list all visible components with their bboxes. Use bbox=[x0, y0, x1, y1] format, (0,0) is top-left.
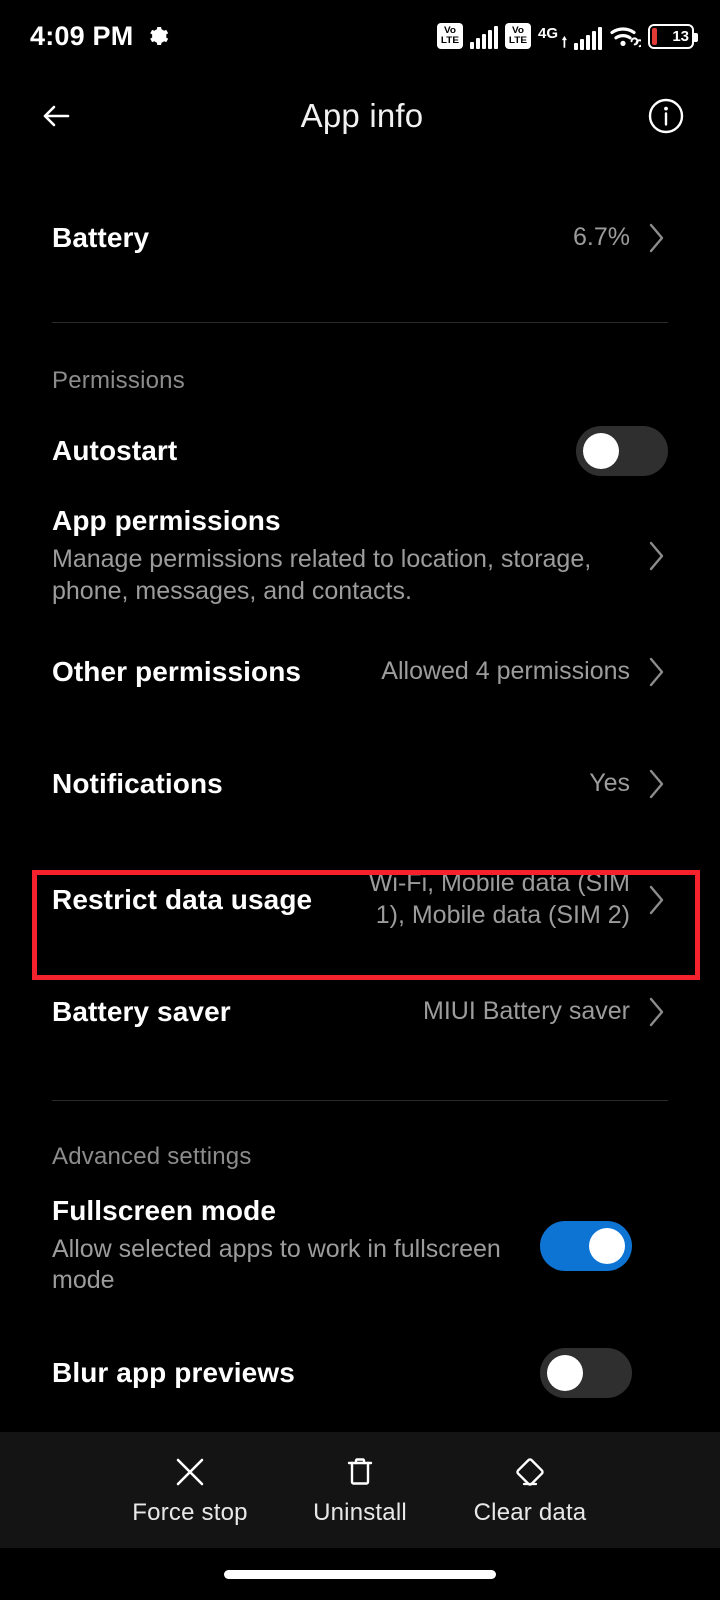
fullscreen-mode-toggle[interactable] bbox=[540, 1220, 632, 1271]
settings-row-app-permissions-title: App permissions bbox=[52, 505, 281, 536]
chevron-right-icon bbox=[646, 882, 668, 918]
data-transfer-arrows-icon bbox=[561, 23, 571, 49]
section-label-advanced-settings: Advanced settings bbox=[52, 1142, 252, 1170]
row-texts: Battery saver bbox=[52, 996, 409, 1028]
chevron-right-icon bbox=[646, 994, 668, 1030]
settings-row-other-permissions-value: Allowed 4 permissions bbox=[381, 656, 630, 685]
settings-row-fullscreen-mode[interactable]: Fullscreen mode Allow selected apps to w… bbox=[0, 1195, 720, 1298]
gear-icon bbox=[145, 24, 169, 48]
chevron-right-icon bbox=[646, 654, 668, 690]
page-title: App info bbox=[300, 97, 424, 134]
battery-percent-label: 13 bbox=[672, 27, 689, 45]
signal-bars-sim2-icon bbox=[574, 24, 602, 50]
settings-row-app-permissions-subtitle: Manage permissions related to location, … bbox=[52, 545, 592, 605]
status-bar-right: Vo LTE Vo LTE 4G 13 bbox=[436, 23, 698, 50]
row-texts: App permissions Manage permissions relat… bbox=[52, 505, 630, 608]
clear-data-button[interactable]: Clear data bbox=[445, 1453, 615, 1527]
settings-row-battery-title: Battery bbox=[52, 222, 150, 253]
settings-row-restrict-data-usage[interactable]: Restrict data usage Wi-Fi, Mobile data (… bbox=[0, 868, 720, 932]
settings-row-blur-app-previews[interactable]: Blur app previews bbox=[0, 1341, 720, 1405]
settings-row-battery-saver-title: Battery saver bbox=[52, 995, 231, 1027]
row-texts: Other permissions bbox=[52, 656, 367, 688]
settings-list[interactable]: Battery 6.7% Permissions Autostart App p… bbox=[0, 160, 720, 1432]
settings-row-notifications[interactable]: Notifications Yes bbox=[0, 752, 720, 816]
battery-fill bbox=[652, 27, 657, 45]
settings-row-battery-saver-value: MIUI Battery saver bbox=[423, 996, 630, 1025]
force-stop-label: Force stop bbox=[132, 1499, 248, 1526]
info-icon[interactable] bbox=[646, 96, 686, 136]
battery-icon: 13 bbox=[648, 23, 698, 49]
toggle-knob bbox=[589, 1227, 625, 1264]
settings-row-notifications-title: Notifications bbox=[52, 767, 223, 799]
autostart-toggle[interactable] bbox=[576, 426, 668, 476]
volte-sim2-icon: Vo LTE bbox=[504, 23, 531, 49]
settings-row-battery[interactable]: Battery 6.7% bbox=[0, 206, 720, 270]
status-bar-clock: 4:09 PM bbox=[30, 20, 134, 51]
trash-icon bbox=[341, 1453, 379, 1491]
row-texts: Notifications bbox=[52, 768, 575, 800]
uninstall-button[interactable]: Uninstall bbox=[275, 1453, 445, 1527]
row-texts: Autostart bbox=[52, 435, 558, 467]
settings-row-battery-value: 6.7% bbox=[573, 223, 630, 252]
divider-1 bbox=[52, 322, 668, 323]
volte-sim2-line2: LTE bbox=[508, 35, 528, 46]
settings-row-battery-saver[interactable]: Battery saver MIUI Battery saver bbox=[0, 980, 720, 1044]
settings-row-fullscreen-mode-title: Fullscreen mode bbox=[52, 1194, 277, 1226]
gesture-navigation-bar bbox=[0, 1548, 720, 1600]
row-texts: Blur app previews bbox=[52, 1357, 522, 1389]
toggle-knob bbox=[583, 433, 619, 469]
settings-row-notifications-value: Yes bbox=[589, 768, 630, 797]
section-label-permissions: Permissions bbox=[52, 367, 185, 394]
settings-row-other-permissions[interactable]: Other permissions Allowed 4 permissions bbox=[0, 640, 720, 704]
divider-2 bbox=[52, 1099, 668, 1101]
row-texts: Battery bbox=[52, 222, 559, 254]
settings-row-app-permissions[interactable]: App permissions Manage permissions relat… bbox=[0, 505, 720, 608]
signal-bars-sim1-icon bbox=[469, 23, 498, 49]
eraser-icon bbox=[511, 1453, 549, 1491]
bottom-action-bar: Force stop Uninstall Clear data bbox=[0, 1432, 720, 1548]
chevron-right-icon bbox=[646, 766, 668, 802]
back-arrow-icon[interactable] bbox=[34, 94, 78, 138]
app-info-screen: 4:09 PM Vo LTE Vo LTE 4G 13 App info Bat… bbox=[0, 0, 720, 1600]
settings-row-autostart[interactable]: Autostart bbox=[0, 419, 720, 483]
wifi-icon bbox=[609, 23, 644, 49]
blur-app-previews-toggle[interactable] bbox=[540, 1348, 632, 1398]
chevron-right-icon bbox=[646, 538, 668, 574]
force-stop-button[interactable]: Force stop bbox=[105, 1453, 275, 1527]
settings-row-fullscreen-mode-subtitle: Allow selected apps to work in fullscree… bbox=[52, 1234, 501, 1295]
chevron-right-icon bbox=[646, 220, 668, 256]
close-x-icon bbox=[171, 1453, 209, 1491]
uninstall-label: Uninstall bbox=[313, 1499, 407, 1526]
clear-data-label: Clear data bbox=[473, 1499, 587, 1526]
status-bar: 4:09 PM Vo LTE Vo LTE 4G 13 bbox=[0, 0, 720, 72]
settings-row-other-permissions-title: Other permissions bbox=[52, 655, 302, 687]
volte-sim1-icon: Vo LTE bbox=[436, 23, 463, 49]
app-bar: App info bbox=[0, 72, 720, 160]
network-type-label: 4G bbox=[537, 24, 558, 42]
toggle-knob bbox=[547, 1355, 583, 1391]
status-bar-left: 4:09 PM bbox=[30, 21, 169, 52]
settings-row-restrict-data-usage-value: Wi-Fi, Mobile data (SIM 1), Mobile data … bbox=[368, 868, 630, 929]
row-texts: Fullscreen mode Allow selected apps to w… bbox=[52, 1195, 522, 1298]
settings-row-restrict-data-usage-title: Restrict data usage bbox=[52, 883, 313, 915]
network-type-group: 4G bbox=[538, 23, 602, 50]
settings-row-blur-app-previews-title: Blur app previews bbox=[52, 1357, 295, 1388]
gesture-pill[interactable] bbox=[224, 1569, 496, 1579]
settings-row-autostart-title: Autostart bbox=[52, 435, 178, 466]
volte-sim1-line2: LTE bbox=[440, 35, 460, 46]
row-texts: Restrict data usage bbox=[52, 884, 348, 916]
